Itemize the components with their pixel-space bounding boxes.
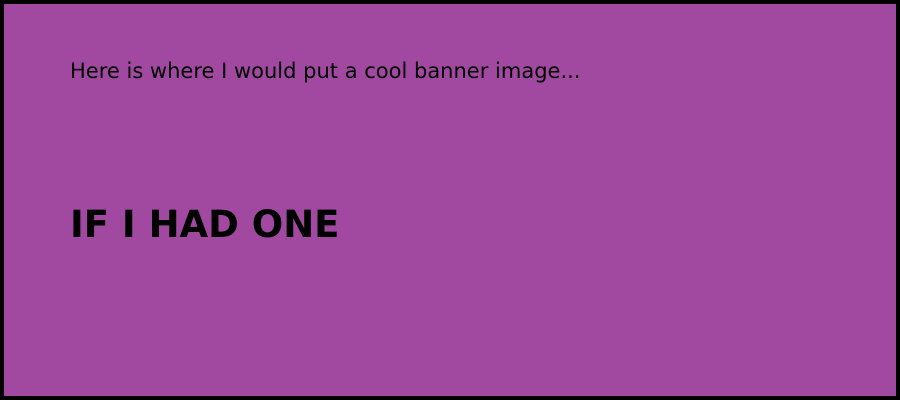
banner-placeholder: Here is where I would put a cool banner … bbox=[0, 0, 900, 400]
banner-intro-text: Here is where I would put a cool banner … bbox=[70, 59, 581, 83]
banner-headline: IF I HAD ONE bbox=[70, 203, 340, 246]
